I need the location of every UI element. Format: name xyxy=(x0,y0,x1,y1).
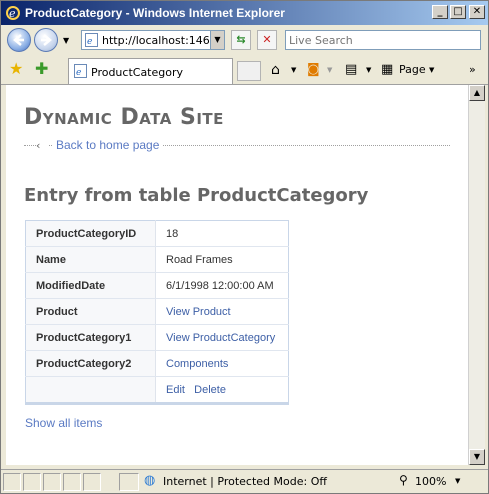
vertical-scrollbar[interactable]: ▲ ▼ xyxy=(468,85,485,465)
actions-row: Edit Delete xyxy=(25,376,289,405)
delete-link[interactable]: Delete xyxy=(194,384,226,396)
field-label: ModifiedDate xyxy=(25,272,156,299)
svg-text:e: e xyxy=(9,7,16,20)
feeds-dropdown-icon[interactable]: ▼ xyxy=(327,61,332,79)
page-icon: e xyxy=(85,33,98,47)
address-bar[interactable]: e http://localhost:1465 xyxy=(81,30,225,50)
back-to-home-link[interactable]: Back to home page xyxy=(52,138,164,152)
zoom-level[interactable]: 100% xyxy=(415,475,446,488)
table-row: Name Road Frames xyxy=(25,246,289,273)
view-productcategory-link[interactable]: View ProductCategory xyxy=(166,332,275,344)
page-menu-button[interactable]: Page xyxy=(399,61,426,79)
browser-window: e ProductCategory - Windows Internet Exp… xyxy=(0,0,489,494)
details-table: ProductCategoryID 18 Name Road Frames Mo… xyxy=(25,220,289,405)
field-value: 18 xyxy=(155,220,289,247)
status-bar: ◍ Internet | Protected Mode: Off ⚲ 100% … xyxy=(1,469,488,493)
scroll-up-arrow-icon[interactable]: ▲ xyxy=(469,85,485,101)
window-title: ProductCategory - Windows Internet Explo… xyxy=(25,6,285,20)
globe-icon: ◍ xyxy=(144,473,156,488)
forward-button[interactable] xyxy=(34,28,58,52)
zoom-dropdown-icon[interactable]: ▼ xyxy=(455,477,460,485)
forward-arrow-icon xyxy=(41,34,52,46)
print-dropdown-icon[interactable]: ▼ xyxy=(366,61,371,79)
page-menu-icon[interactable]: ▦ xyxy=(381,61,393,79)
security-zone-text: Internet | Protected Mode: Off xyxy=(163,475,327,488)
new-tab-button[interactable] xyxy=(237,61,261,81)
add-favorites-icon[interactable]: ✚ xyxy=(35,61,48,77)
history-dropdown-icon[interactable]: ▼ xyxy=(63,36,69,45)
refresh-button[interactable]: ⇆ xyxy=(231,30,251,50)
page-content: Dynamic Data Site ‹ Back to home page En… xyxy=(6,85,468,465)
back-chevron-icon: ‹ xyxy=(36,139,49,152)
view-product-link[interactable]: View Product xyxy=(166,306,231,318)
feeds-icon[interactable]: ◙ xyxy=(307,61,320,79)
favorites-star-icon[interactable]: ★ xyxy=(9,61,23,77)
site-title: Dynamic Data Site xyxy=(24,105,224,130)
close-button[interactable]: ✕ xyxy=(469,5,485,19)
field-label: Product xyxy=(25,298,156,325)
search-box[interactable] xyxy=(285,30,481,50)
svg-text:e: e xyxy=(76,68,81,78)
field-label: ProductCategory2 xyxy=(25,350,156,377)
components-link[interactable]: Components xyxy=(166,358,228,370)
scroll-down-arrow-icon[interactable]: ▼ xyxy=(469,449,485,465)
security-lock-icon xyxy=(119,473,139,491)
tab-productcategory[interactable]: e ProductCategory xyxy=(68,58,233,84)
minimize-button[interactable]: _ xyxy=(432,5,448,19)
field-label: ProductCategoryID xyxy=(25,220,156,247)
zoom-icon[interactable]: ⚲ xyxy=(399,473,408,487)
navigation-bar: ▼ e http://localhost:1465 ▼ ⇆ ✕ xyxy=(1,25,488,55)
home-dropdown-icon[interactable]: ▼ xyxy=(291,61,296,79)
tab-label: ProductCategory xyxy=(91,66,184,79)
field-value: Road Frames xyxy=(155,246,289,273)
table-row: ProductCategoryID 18 xyxy=(25,220,289,247)
page-dropdown-icon[interactable]: ▼ xyxy=(429,61,434,79)
field-value: 6/1/1998 12:00:00 AM xyxy=(155,272,289,299)
tab-toolbar: ★ ✚ e ProductCategory ⌂ ▼ ◙ ▼ ▤ ▼ ▦ Page… xyxy=(1,55,488,85)
maximize-button[interactable]: □ xyxy=(450,5,466,19)
table-row: Product View Product xyxy=(25,298,289,325)
print-icon[interactable]: ▤ xyxy=(345,61,357,79)
stop-icon: ✕ xyxy=(262,33,272,46)
address-text: http://localhost:1465 xyxy=(102,34,217,47)
address-dropdown-button[interactable]: ▼ xyxy=(210,30,225,50)
field-label: Name xyxy=(25,246,156,273)
show-all-items-link[interactable]: Show all items xyxy=(25,416,102,430)
search-input[interactable] xyxy=(286,31,480,49)
page-icon: e xyxy=(74,64,87,78)
refresh-icon: ⇆ xyxy=(236,33,246,46)
edit-link[interactable]: Edit xyxy=(166,384,185,396)
back-button[interactable] xyxy=(7,28,31,52)
field-label: ProductCategory1 xyxy=(25,324,156,351)
table-row: ModifiedDate 6/1/1998 12:00:00 AM xyxy=(25,272,289,299)
title-bar: e ProductCategory - Windows Internet Exp… xyxy=(1,1,488,25)
stop-button[interactable]: ✕ xyxy=(257,30,277,50)
ie-logo-icon: e xyxy=(6,6,20,20)
page-heading: Entry from table ProductCategory xyxy=(24,185,369,206)
home-icon[interactable]: ⌂ xyxy=(271,61,280,79)
table-row: ProductCategory2 Components xyxy=(25,350,289,377)
back-arrow-icon xyxy=(13,34,24,46)
svg-text:e: e xyxy=(87,37,92,47)
table-row: ProductCategory1 View ProductCategory xyxy=(25,324,289,351)
toolbar-overflow-icon[interactable]: » xyxy=(469,61,476,79)
